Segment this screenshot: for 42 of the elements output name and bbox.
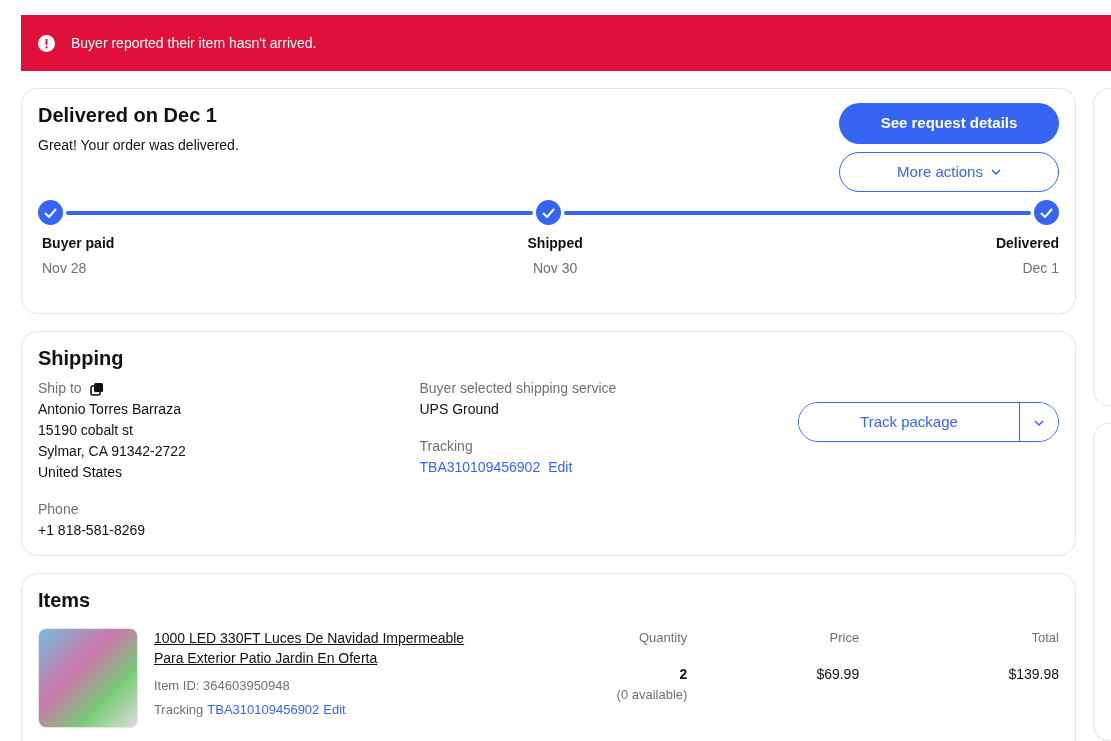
edit-link[interactable]: Edit: [548, 457, 573, 478]
field-label: Tracking: [419, 437, 474, 456]
tracking-link[interactable]: TBA310109456902: [419, 457, 541, 478]
price-value: $69.99: [815, 664, 860, 684]
quantity-value: 2: [678, 664, 688, 684]
tracking-link[interactable]: TBA310109456902: [207, 699, 320, 719]
field-label: Ship to: [38, 379, 82, 398]
alert-icon: [38, 34, 55, 52]
available-count: (0 available): [615, 685, 688, 704]
step-label: Shipped: [527, 234, 583, 253]
copy-icon[interactable]: [89, 381, 104, 396]
address-line: Antonio Torres Barraza: [38, 400, 182, 419]
total-value: $139.98: [1007, 664, 1059, 684]
chevron-down-icon: [1034, 419, 1044, 426]
column-header: Price: [828, 629, 860, 647]
track-package-button[interactable]: Track package: [798, 402, 1059, 442]
more-actions-button[interactable]: More actions: [839, 152, 1059, 192]
field-label: Buyer selected shipping service: [419, 379, 618, 398]
address-line: 15190 cobalt st: [38, 421, 134, 440]
step-label: Buyer paid: [42, 234, 115, 253]
address-line: Sylmar, CA 91342-2722: [38, 442, 187, 461]
column-header: Quantity: [637, 629, 688, 647]
status-title: Delivered on Dec 1: [38, 103, 218, 127]
column-header: Total: [1030, 629, 1059, 647]
step-date: Nov 30: [531, 259, 579, 278]
step-date: Nov 28: [42, 259, 88, 278]
product-title-link[interactable]: 1000 LED 330FT Luces De Navidad Impermeable Para Exterior Patio Jardin En Oferta: [153, 628, 494, 668]
alert-text: Buyer reported their item hasn't arrived.: [71, 33, 317, 53]
section-title: Items: [38, 588, 92, 612]
tracking-label: Tracking: [153, 700, 204, 719]
address-line: United States: [38, 463, 124, 482]
step-label: Delivered: [995, 234, 1059, 253]
request-details-button[interactable]: See request details: [839, 103, 1059, 144]
edit-link[interactable]: Edit: [323, 699, 346, 719]
status-message: Great! Your order was delivered.: [38, 136, 239, 155]
item-id: Item ID: 364603950948: [153, 677, 291, 695]
section-title: Shipping: [38, 346, 125, 370]
field-label: Phone: [38, 500, 80, 519]
phone-number: +1 818-581-8269: [38, 521, 147, 540]
step-date: Dec 1: [1021, 259, 1059, 278]
chevron-down-icon: [990, 169, 1001, 175]
shipping-service: UPS Ground: [419, 400, 500, 419]
